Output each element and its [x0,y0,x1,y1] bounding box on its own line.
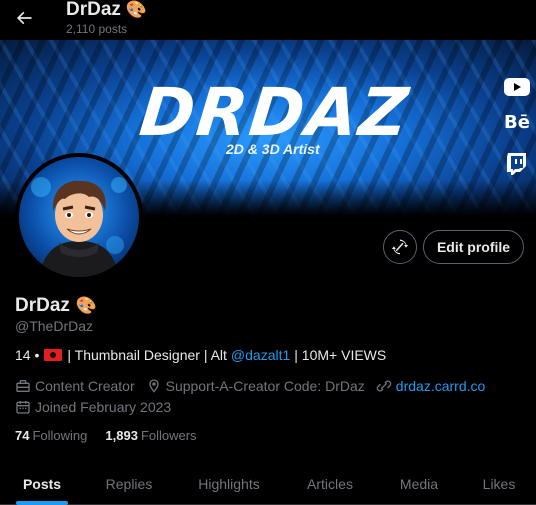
profile-meta-row: Content Creator Support-A-Creator Code: … [15,378,496,394]
joined-row: Joined February 2023 [15,399,182,415]
bio-suffix: | 10M+ VIEWS [294,347,387,363]
youtube-icon [504,74,530,100]
tab-replies[interactable]: Replies [84,462,174,505]
avatar-image [19,157,139,277]
follow-stats: 74 Following 1,893 Followers [15,428,197,443]
banner-brand-text: DRDAZ [136,74,414,151]
behance-icon: Bē [504,111,530,133]
header-title: DrDaz [66,0,121,20]
profile-bio: 14 • | Thumbnail Designer | Alt @dazalt1… [15,347,386,363]
palette-emoji-icon: 🎨 [125,0,148,19]
joined-item: Joined February 2023 [15,399,171,415]
following-link[interactable]: 74 Following [15,428,87,443]
tab-label: Posts [22,475,62,492]
banner-tagline: 2D & 3D Artist [226,141,320,157]
tab-likes[interactable]: Likes [462,462,536,505]
tab-label: Likes [482,475,516,492]
following-count: 74 [15,428,30,443]
tab-label: Articles [307,475,353,492]
website-item[interactable]: drdaz.carrd.co [376,378,485,394]
briefcase-icon [16,380,30,392]
bio-middle: | Thumbnail Designer | Alt [67,347,227,363]
profile-avatar[interactable] [15,153,143,281]
alt-account-link[interactable]: @dazalt1 [231,347,290,363]
profile-name-row: DrDaz 🎨 [15,295,97,317]
calendar-icon [16,401,30,414]
profile-tabs: Posts Replies Highlights Articles Media … [0,462,536,505]
refresh-button[interactable] [383,230,417,264]
edit-profile-button[interactable]: Edit profile [423,230,524,264]
tab-posts[interactable]: Posts [0,462,84,505]
tab-label: Replies [105,475,153,492]
followers-link[interactable]: 1,893 Followers [105,428,196,443]
header-title-row: DrDaz 🎨 [66,0,147,21]
link-icon [376,380,392,392]
joined-label: Joined February 2023 [35,399,172,415]
twitch-icon [504,151,530,177]
followers-label: Followers [140,428,197,443]
website-link[interactable]: drdaz.carrd.co [396,378,485,394]
category-label: Content Creator [35,378,135,394]
location-item: Support-A-Creator Code: DrDaz [146,378,365,394]
following-label: Following [32,428,88,443]
creator-code-label: Support-A-Creator Code: DrDaz [165,378,365,394]
palette-emoji-icon: 🎨 [75,296,98,315]
profile-handle: @TheDrDaz [15,318,94,334]
albania-flag-icon [44,349,63,361]
tab-label: Media [399,475,439,492]
tab-articles[interactable]: Articles [284,462,376,505]
post-count: 2,110 posts [66,22,128,36]
category-item: Content Creator [15,378,135,394]
back-button[interactable] [10,4,38,32]
tab-highlights[interactable]: Highlights [174,462,284,505]
back-arrow-icon [16,11,32,25]
profile-name: DrDaz [15,295,70,316]
tab-label: Highlights [198,475,260,492]
location-pin-icon [148,379,159,393]
refresh-icon [391,239,409,255]
tab-media[interactable]: Media [376,462,462,505]
followers-count: 1,893 [105,428,138,443]
top-bar: DrDaz 🎨 2,110 posts [0,0,536,40]
bio-prefix: 14 • [15,347,40,363]
